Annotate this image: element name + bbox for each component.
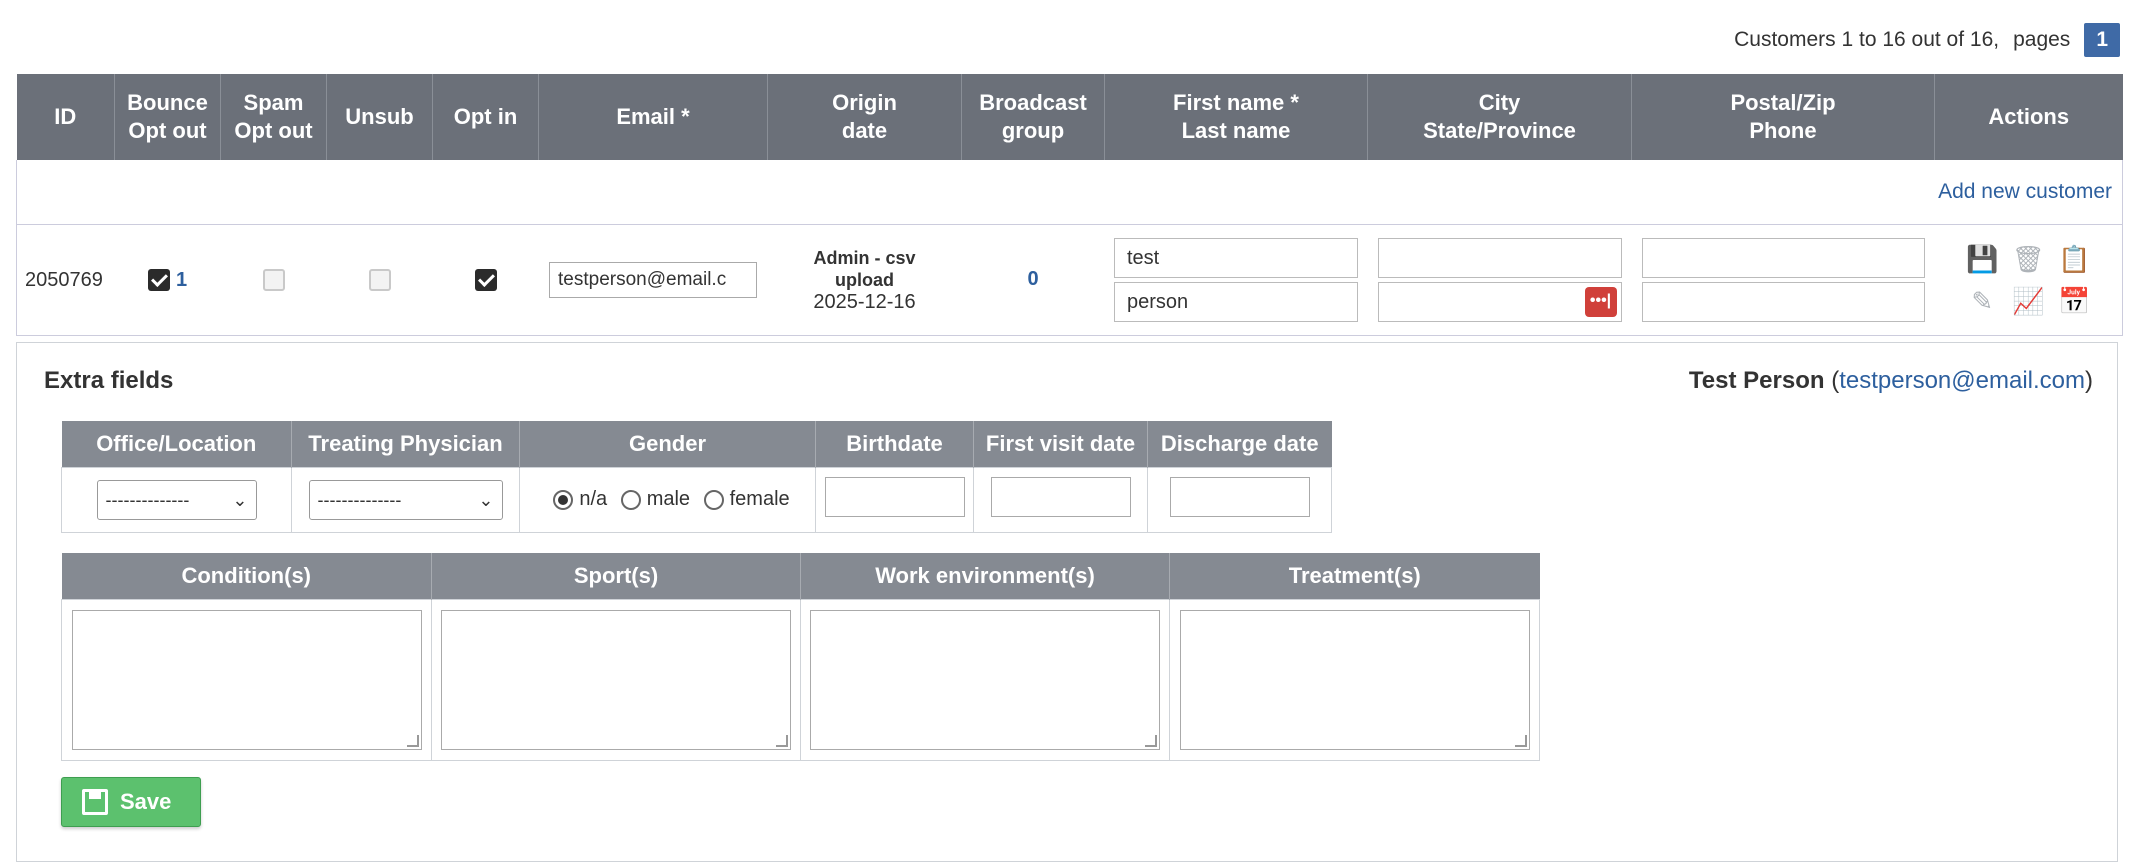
save-label: Save	[120, 789, 172, 814]
col-unsub[interactable]: Unsub	[326, 74, 433, 160]
discharge-header: Discharge date	[1147, 421, 1332, 468]
add-new-customer-link[interactable]: Add new customer	[1938, 180, 2112, 203]
postal-field[interactable]	[1641, 238, 1925, 278]
col-id[interactable]: ID	[16, 74, 115, 160]
col-city[interactable]: City State/Province	[1367, 74, 1632, 160]
optin-checkbox[interactable]	[474, 269, 497, 292]
physician-select[interactable]: -------------- ⌄	[308, 480, 503, 520]
row-actions: 💾 🗑 📋 ✎ 📈 📅	[1936, 242, 2122, 318]
col-origin-date[interactable]: Origin date	[767, 74, 962, 160]
conditions-textarea[interactable]	[71, 610, 422, 750]
city-field[interactable]	[1377, 238, 1622, 278]
chevron-down-icon: ⌄	[478, 490, 494, 510]
customer-table: ID Bounce Opt out Spam Opt out Unsub Opt i…	[16, 74, 2123, 336]
extra-fields-title: Extra fields	[44, 367, 174, 394]
floppy-disk-icon	[82, 789, 108, 815]
bounce-checkbox[interactable]	[147, 269, 170, 292]
gender-header: Gender	[519, 421, 816, 468]
physician-header: Treating Physician	[291, 421, 520, 468]
col-spam[interactable]: Spam Opt out	[220, 74, 327, 160]
gender-male-radio[interactable]	[620, 490, 641, 511]
person-email-link[interactable]: testperson@email.com	[1839, 367, 2085, 394]
col-actions: Actions	[1934, 74, 2123, 160]
col-optin[interactable]: Opt in	[432, 74, 539, 160]
password-manager-icon[interactable]: •••|	[1584, 287, 1617, 317]
page-1-button[interactable]: 1	[2084, 23, 2120, 57]
gender-female-radio[interactable]	[703, 490, 724, 511]
customer-id: 2050769	[16, 224, 115, 336]
sports-header: Sport(s)	[431, 553, 801, 600]
edit-icon[interactable]: ✎	[1959, 284, 2005, 318]
extra-fields-panel: Extra fields Test Person (testperson@ema…	[16, 342, 2118, 862]
origin-cell: Admin - csv upload 2025-12-16	[767, 224, 962, 336]
col-broadcast-group[interactable]: Broadcast group	[961, 74, 1105, 160]
first-name-field[interactable]: test	[1114, 238, 1358, 278]
work-header: Work environment(s)	[800, 553, 1170, 600]
work-textarea[interactable]	[810, 610, 1160, 750]
col-bounce[interactable]: Bounce Opt out	[114, 74, 221, 160]
history-icon[interactable]: 📋	[2051, 242, 2097, 276]
table-row: 2050769 1 Admin - csv upload 2025-12-16 …	[16, 224, 2123, 336]
save-button[interactable]: Save	[61, 777, 201, 827]
state-field[interactable]: •••|	[1377, 282, 1622, 322]
gender-na-radio[interactable]	[553, 490, 574, 511]
stats-chart-icon[interactable]: 📈	[2005, 284, 2051, 318]
bounce-count-link[interactable]: 1	[176, 269, 187, 291]
pages-label: pages	[2013, 28, 2071, 51]
birthdate-header: Birthdate	[815, 421, 974, 468]
calendar-clock-icon[interactable]: 📅	[2051, 284, 2097, 318]
first-visit-header: First visit date	[973, 421, 1148, 468]
sports-textarea[interactable]	[441, 610, 791, 750]
chevron-down-icon: ⌄	[232, 490, 248, 510]
customer-count: Customers 1 to 16 out of 16,	[1734, 28, 2000, 51]
phone-field[interactable]	[1641, 282, 1925, 322]
first-visit-input[interactable]	[990, 477, 1131, 517]
add-row: Add new customer	[16, 160, 2123, 225]
unsub-checkbox[interactable]	[368, 269, 391, 292]
table-header-row: ID Bounce Opt out Spam Opt out Unsub Opt i…	[16, 74, 2123, 160]
birthdate-input[interactable]	[824, 477, 965, 517]
office-select[interactable]: -------------- ⌄	[96, 480, 257, 520]
broadcast-group-link[interactable]: 0	[1027, 269, 1038, 291]
trash-icon[interactable]: 🗑	[2005, 242, 2051, 276]
pagination-bar: Customers 1 to 16 out of 16, pages 1	[0, 22, 2120, 58]
person-name: Test Person	[1688, 367, 1825, 394]
col-email[interactable]: Email *	[538, 74, 768, 160]
treatments-textarea[interactable]	[1179, 610, 1530, 750]
conditions-header: Condition(s)	[61, 553, 432, 600]
email-field[interactable]	[549, 262, 757, 298]
col-postal[interactable]: Postal/Zip Phone	[1631, 74, 1935, 160]
discharge-input[interactable]	[1169, 477, 1310, 517]
office-header: Office/Location	[61, 421, 292, 468]
extra-fields-table-1: Office/Location Treating Physician Gende…	[61, 421, 1332, 533]
extra-fields-table-2: Condition(s) Sport(s) Work environment(s…	[61, 553, 1540, 761]
last-name-field[interactable]: person	[1114, 282, 1358, 322]
col-name[interactable]: First name * Last name	[1104, 74, 1368, 160]
treatments-header: Treatment(s)	[1169, 553, 1540, 600]
person-summary: Test Person (testperson@email.com)	[1688, 367, 2093, 394]
save-icon[interactable]: 💾	[1959, 242, 2005, 276]
spam-checkbox[interactable]	[262, 269, 285, 292]
